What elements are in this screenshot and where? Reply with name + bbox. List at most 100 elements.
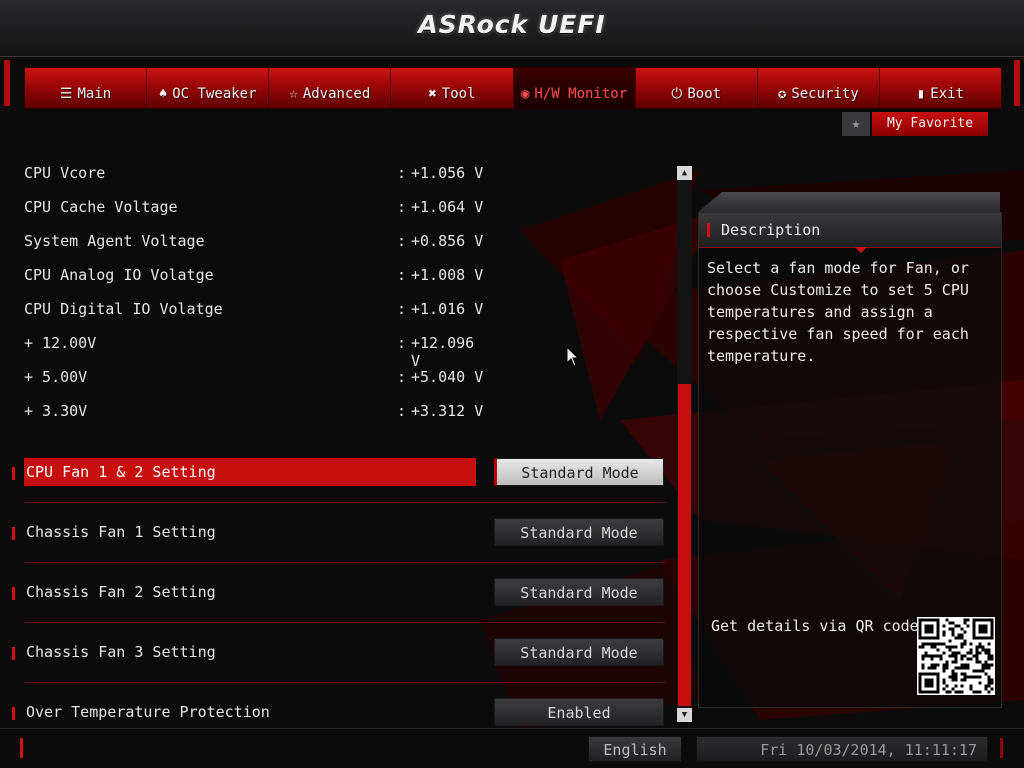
voltage-value: +1.016 V: [411, 300, 484, 318]
datetime-display: Fri 10/03/2014, 11:11:17: [696, 736, 988, 762]
brand-logo: ASRock UEFI: [418, 10, 606, 39]
voltage-label: CPU Analog IO Volatge: [24, 266, 214, 284]
description-text: Select a fan mode for Fan, or choose Cus…: [707, 259, 969, 365]
description-header: Description: [699, 213, 1001, 248]
setting-label[interactable]: Chassis Fan 3 Setting: [24, 638, 216, 666]
setting-marker: [12, 647, 15, 660]
voltage-row: CPU Vcore: +1.056 V: [24, 164, 484, 186]
tab-label: OC Tweaker: [172, 86, 257, 102]
qr-code-label: Get details via QR code: [711, 617, 919, 635]
setting-label[interactable]: Chassis Fan 2 Setting: [24, 578, 216, 606]
tab-label: H/W Monitor: [534, 86, 628, 102]
voltage-value: +1.008 V: [411, 266, 484, 284]
voltage-row: + 5.00V: +5.040 V: [24, 368, 484, 390]
separator-colon: :: [397, 402, 407, 420]
separator-colon: :: [397, 368, 407, 386]
voltage-label: + 3.30V: [24, 402, 88, 420]
tab-main[interactable]: ☰ Main: [25, 68, 148, 108]
setting-value-button[interactable]: Standard Mode: [494, 578, 664, 606]
scrollbar-thumb[interactable]: [678, 384, 691, 706]
setting-row[interactable]: Chassis Fan 3 Setting Standard Mode: [10, 638, 666, 668]
voltage-value: +3.312 V: [411, 402, 484, 420]
mouse-cursor-icon: [567, 347, 579, 367]
star-icon: ☆: [289, 86, 298, 102]
voltage-value: +0.856 V: [411, 232, 484, 250]
voltage-row: System Agent Voltage: +0.856 V: [24, 232, 484, 254]
setting-value-button[interactable]: Enabled: [494, 698, 664, 726]
setting-row[interactable]: Chassis Fan 2 Setting Standard Mode: [10, 578, 666, 608]
setting-row[interactable]: Over Temperature Protection Enabled: [10, 698, 666, 728]
setting-marker: [12, 467, 15, 480]
voltage-row: CPU Cache Voltage: +1.064 V: [24, 198, 484, 220]
setting-marker: [12, 527, 15, 540]
voltage-label: CPU Digital IO Volatge: [24, 300, 223, 318]
exit-door-icon: ▮: [916, 86, 926, 102]
tab-boot[interactable]: ⏻ Boot: [636, 68, 758, 108]
my-favorite-button[interactable]: My Favorite: [872, 112, 988, 136]
tab-oc-tweaker[interactable]: ♠ OC Tweaker: [147, 68, 270, 108]
voltage-value: +1.056 V: [411, 164, 484, 182]
scroll-up-arrow-icon[interactable]: ▲: [677, 166, 692, 180]
qr-code-image: [917, 617, 995, 695]
setting-value-button[interactable]: Standard Mode: [494, 638, 664, 666]
description-tab-decoration: [698, 192, 1000, 212]
description-title: Description: [721, 221, 821, 239]
power-icon: ⏻: [671, 86, 683, 102]
setting-marker: [12, 587, 15, 600]
tab-security[interactable]: ✪ Security: [758, 68, 880, 108]
voltage-row: + 12.00V: +12.096 V: [24, 334, 484, 370]
voltage-label: + 5.00V: [24, 368, 88, 386]
list-icon: ☰: [59, 86, 73, 102]
tools-icon: ✖: [428, 86, 437, 102]
voltage-value: +1.064 V: [411, 198, 484, 216]
footer-divider: [0, 728, 1024, 729]
tab-label: Security: [791, 86, 859, 102]
footer-right-marker: [1000, 738, 1003, 758]
nav-frame-right: [1014, 60, 1020, 106]
header-bar: ASRock UEFI: [0, 0, 1024, 57]
setting-divider: [24, 562, 666, 563]
description-pointer-icon: [855, 247, 867, 253]
tab-exit[interactable]: ▮ Exit: [880, 68, 1001, 108]
setting-row[interactable]: CPU Fan 1 & 2 Setting Standard Mode: [10, 458, 666, 488]
separator-colon: :: [397, 232, 407, 250]
tab-h-w-monitor[interactable]: ◉ H/W Monitor: [513, 68, 636, 108]
setting-value-button[interactable]: Standard Mode: [494, 518, 664, 546]
language-button[interactable]: English: [588, 736, 682, 762]
description-header-marker: [707, 223, 710, 237]
description-panel: Description Select a fan mode for Fan, o…: [698, 212, 1002, 708]
favorite-star-icon[interactable]: ★: [842, 112, 870, 136]
voltage-label: CPU Cache Voltage: [24, 198, 178, 216]
monitor-icon: ◉: [520, 86, 530, 102]
voltage-row: CPU Digital IO Volatge: +1.016 V: [24, 300, 484, 322]
voltage-label: CPU Vcore: [24, 164, 106, 182]
setting-divider: [24, 682, 666, 683]
setting-label[interactable]: Chassis Fan 1 Setting: [24, 518, 216, 546]
voltage-row: + 3.30V: +3.312 V: [24, 402, 484, 424]
setting-label[interactable]: Over Temperature Protection: [24, 698, 270, 726]
setting-label[interactable]: CPU Fan 1 & 2 Setting: [24, 458, 476, 486]
voltage-label: + 12.00V: [24, 334, 97, 352]
tab-label: Boot: [687, 86, 722, 102]
separator-colon: :: [397, 300, 407, 318]
tab-label: Exit: [930, 86, 965, 102]
setting-marker: [12, 707, 15, 720]
voltage-row: CPU Analog IO Volatge: +1.008 V: [24, 266, 484, 288]
shield-icon: ✪: [777, 86, 787, 102]
scroll-down-arrow-icon[interactable]: ▼: [677, 708, 692, 722]
voltage-label: System Agent Voltage: [24, 232, 205, 250]
tab-label: Tool: [441, 86, 476, 102]
setting-divider: [24, 502, 666, 503]
separator-colon: :: [397, 164, 407, 182]
setting-divider: [24, 622, 666, 623]
tab-label: Advanced: [302, 86, 371, 102]
main-navigation: ☰ Main ♠ OC Tweaker ☆ Advanced ✖ Tool ◉ H/W Monit…: [24, 67, 1002, 109]
tab-tool[interactable]: ✖ Tool: [391, 68, 514, 108]
voltage-value: +5.040 V: [411, 368, 484, 386]
tab-advanced[interactable]: ☆ Advanced: [269, 68, 392, 108]
footer-left-marker: [20, 738, 23, 758]
setting-row[interactable]: Chassis Fan 1 Setting Standard Mode: [10, 518, 666, 548]
tab-label: Main: [77, 86, 112, 102]
separator-colon: :: [397, 266, 407, 284]
setting-value-button[interactable]: Standard Mode: [494, 458, 664, 486]
